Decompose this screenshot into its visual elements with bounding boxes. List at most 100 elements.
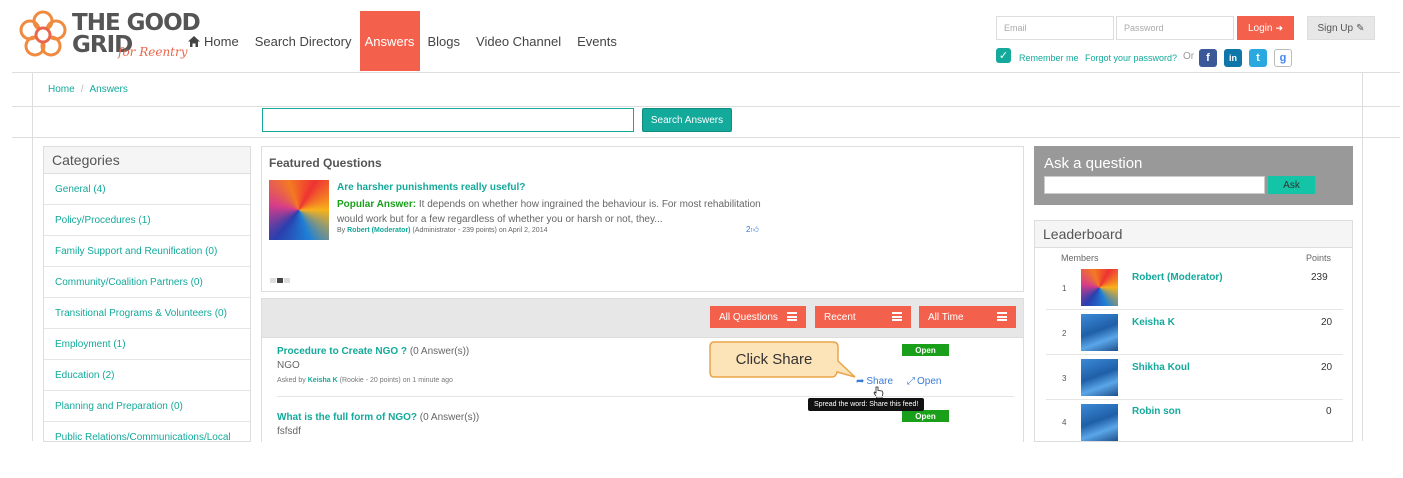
category-family-support[interactable]: Family Support and Reunification (0): [44, 236, 250, 267]
question-divider: [277, 396, 1014, 397]
open-label: Open: [917, 376, 942, 387]
open-button[interactable]: ⤢ Open: [907, 376, 941, 387]
question-2-body: fsfsdf: [277, 426, 301, 437]
leaderboard-name-4[interactable]: Robin son: [1132, 406, 1181, 417]
leaderboard-name-3[interactable]: Shikha Koul: [1132, 362, 1190, 373]
question-1-meta-text: (Rookie - 20 points) on 1 minute ago: [339, 377, 453, 384]
menu-icon: [892, 312, 902, 321]
email-field[interactable]: Email: [996, 16, 1114, 40]
edit-icon: ✎: [1356, 22, 1365, 34]
expand-icon: ⤢: [907, 376, 915, 387]
category-planning[interactable]: Planning and Preparation (0): [44, 391, 250, 422]
featured-answer: Popular Answer: It depends on whether ho…: [337, 197, 767, 227]
filter-recent[interactable]: Recent: [815, 306, 911, 328]
breadcrumb: Home / Answers: [48, 84, 128, 95]
featured-author-link[interactable]: Robert (Moderator): [347, 227, 410, 234]
nav-home[interactable]: Home: [180, 11, 247, 71]
ask-title: Ask a question: [1044, 155, 1143, 172]
category-transitional[interactable]: Transitional Programs & Volunteers (0): [44, 298, 250, 329]
question-1-body: NGO: [277, 360, 300, 371]
login-label: Login: [1247, 22, 1273, 34]
filter-recent-label: Recent: [824, 311, 856, 323]
signup-label: Sign Up: [1317, 22, 1354, 34]
breadcrumb-separator: /: [80, 84, 84, 95]
category-employment[interactable]: Employment (1): [44, 329, 250, 360]
featured-meta-text: (Administrator - 239 points) on April 2,…: [412, 227, 548, 234]
question-1-meta: Asked by Keisha K (Rookie - 20 points) o…: [277, 377, 453, 384]
carousel-dot-3[interactable]: [284, 278, 290, 283]
leaderboard-name-1[interactable]: Robert (Moderator): [1132, 272, 1223, 283]
click-share-callout: Click Share: [735, 350, 813, 368]
question-1-title[interactable]: Procedure to Create NGO ?: [277, 346, 407, 357]
frame-left: [32, 73, 33, 441]
linkedin-icon[interactable]: in: [1224, 49, 1242, 67]
filter-all-questions[interactable]: All Questions: [710, 306, 806, 328]
leaderboard-rank-1: 1: [1062, 284, 1067, 293]
google-icon[interactable]: g: [1274, 49, 1292, 67]
nav-answers[interactable]: Answers: [359, 11, 420, 71]
popular-answer-label: Popular Answer:: [337, 199, 417, 210]
categories-list: General (4) Policy/Procedures (1) Family…: [44, 174, 250, 442]
forgot-password-link[interactable]: Forgot your password?: [1085, 53, 1177, 63]
category-community[interactable]: Community/Coalition Partners (0): [44, 267, 250, 298]
menu-icon: [787, 312, 797, 321]
leaderboard-rank-3: 3: [1062, 374, 1067, 383]
home-icon: [188, 35, 200, 47]
question-2-title[interactable]: What is the full form of NGO?: [277, 412, 417, 423]
featured-answer-line2: would work but for a few regardless of w…: [337, 214, 663, 225]
login-button[interactable]: Login ➜: [1237, 16, 1294, 40]
nav-search-directory[interactable]: Search Directory: [247, 11, 360, 71]
leaderboard-name-2[interactable]: Keisha K: [1132, 317, 1175, 328]
leaderboard-avatar-4: [1081, 404, 1118, 441]
remember-label: Remember me: [1019, 53, 1079, 63]
logo-tagline: for Reentry: [118, 45, 188, 59]
search-answers-button[interactable]: Search Answers: [642, 108, 732, 132]
categories-panel: Categories General (4) Policy/Procedures…: [43, 146, 251, 442]
carousel-dot-1[interactable]: [270, 278, 276, 283]
featured-question-link[interactable]: Are harsher punishments really useful?: [337, 182, 525, 193]
twitter-icon[interactable]: t: [1249, 49, 1267, 67]
main-nav: Home Search Directory Answers Blogs Vide…: [180, 11, 625, 71]
or-label: Or: [1183, 51, 1195, 62]
category-education[interactable]: Education (2): [44, 360, 250, 391]
question-1: Procedure to Create NGO ? (0 Answer(s)): [277, 346, 469, 357]
question-1-author[interactable]: Keisha K: [308, 377, 338, 384]
ask-button[interactable]: Ask: [1268, 176, 1315, 194]
leaderboard-points-3: 20: [1321, 362, 1333, 373]
remember-checkbox[interactable]: ✓: [996, 48, 1011, 63]
filter-all-time[interactable]: All Time: [919, 306, 1016, 328]
nav-blogs[interactable]: Blogs: [420, 11, 469, 71]
breadcrumb-home[interactable]: Home: [48, 84, 75, 95]
category-general[interactable]: General (4): [44, 174, 250, 205]
search-answers-input[interactable]: [262, 108, 634, 132]
signup-button[interactable]: Sign Up ✎: [1307, 16, 1375, 40]
leaderboard-rank-4: 4: [1062, 418, 1067, 427]
search-divider: [12, 137, 1400, 138]
facebook-icon[interactable]: f: [1199, 49, 1217, 67]
leaderboard-rank-2: 2: [1062, 329, 1067, 338]
share-tooltip: Spread the word: Share this feed!: [808, 398, 925, 411]
question-2: What is the full form of NGO? (0 Answer(…: [277, 412, 479, 423]
nav-events[interactable]: Events: [569, 11, 625, 71]
thumbs-up-icon: 👍︎: [750, 225, 759, 234]
category-policy[interactable]: Policy/Procedures (1): [44, 205, 250, 236]
logo-flower-icon: [19, 10, 67, 57]
featured-answer-line1: It depends on whether how ingrained the …: [418, 199, 761, 210]
leaderboard-avatar-1: [1081, 269, 1118, 306]
carousel-dot-2[interactable]: [277, 278, 283, 283]
featured-thumbnail: [269, 180, 329, 240]
frame-right: [1362, 73, 1363, 441]
leaderboard-points-1: 239: [1311, 272, 1328, 283]
password-field[interactable]: Password: [1116, 16, 1234, 40]
leaderboard-avatar-2: [1081, 314, 1118, 351]
category-public-relations[interactable]: Public Relations/Communications/Local: [44, 422, 250, 442]
header-divider: [12, 72, 1400, 73]
members-header: Members: [1061, 253, 1099, 263]
menu-icon: [997, 312, 1007, 321]
nav-video-channel[interactable]: Video Channel: [468, 11, 569, 71]
sign-in-icon: ➜: [1275, 22, 1283, 33]
like-count[interactable]: 2👍︎: [746, 225, 759, 235]
breadcrumb-current: Answers: [89, 84, 128, 95]
ask-input[interactable]: [1044, 176, 1265, 194]
question-1-answers: (0 Answer(s)): [409, 346, 470, 357]
